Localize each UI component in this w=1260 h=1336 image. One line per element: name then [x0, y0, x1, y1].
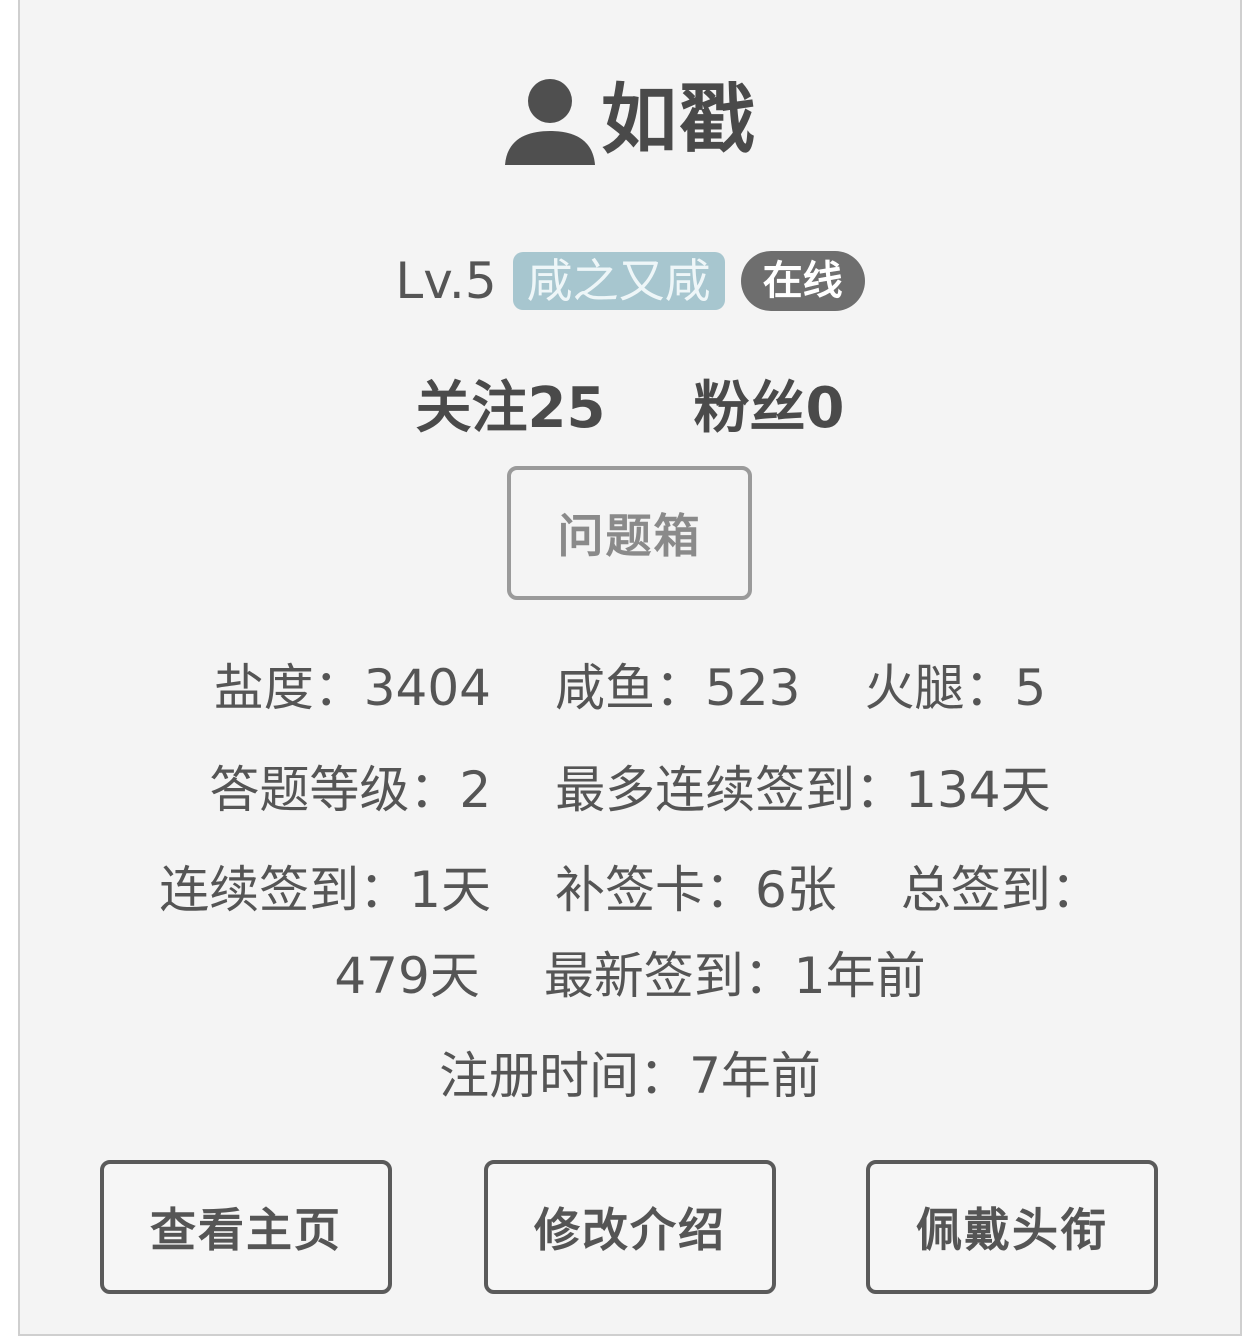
stats-line-3: 连续签到：1天 补签卡：6张 总签到： [0, 850, 1260, 922]
level-label: Lv.5 [395, 252, 497, 310]
max-streak-stat: 最多连续签到：134天 [555, 761, 1051, 819]
streak-stat: 连续签到：1天 [159, 861, 491, 919]
online-status-badge: 在线 [740, 251, 865, 311]
latest-checkin-stat: 最新签到：1年前 [543, 947, 926, 1005]
username: 如戳 [601, 75, 757, 164]
total-checkin-value: 479天 [334, 947, 480, 1005]
salt-stat: 盐度：3404 [213, 659, 491, 717]
question-box-button[interactable]: 问题箱 [507, 466, 752, 600]
quiz-level-stat: 答题等级：2 [209, 761, 492, 819]
stats-line-2: 答题等级：2 最多连续签到：134天 [0, 750, 1260, 822]
stats-line-4: 479天 最新签到：1年前 [0, 936, 1260, 1008]
registered-stat: 注册时间：7年前 [439, 1047, 821, 1105]
salted-fish-stat: 咸鱼：523 [555, 659, 801, 717]
user-silhouette-icon [505, 79, 595, 165]
stats-line-1: 盐度：3404 咸鱼：523 火腿：5 [0, 648, 1260, 720]
ham-stat: 火腿：5 [864, 659, 1047, 717]
profile-header: 如戳 [0, 70, 1260, 170]
stats-line-5: 注册时间：7年前 [0, 1036, 1260, 1108]
follow-row: 关注25 粉丝0 [0, 368, 1260, 441]
edit-intro-button[interactable]: 修改介绍 [484, 1160, 776, 1294]
wear-title-button[interactable]: 佩戴头衔 [866, 1160, 1158, 1294]
total-checkin-label: 总签到： [900, 861, 1101, 919]
title-badge: 咸之又咸 [512, 252, 725, 310]
view-home-button[interactable]: 查看主页 [100, 1160, 392, 1294]
makeup-cards-stat: 补签卡：6张 [555, 861, 837, 919]
following-count[interactable]: 关注25 [416, 363, 606, 444]
level-row: Lv.5 咸之又咸 在线 [0, 250, 1260, 312]
fans-count[interactable]: 粉丝0 [693, 363, 844, 444]
